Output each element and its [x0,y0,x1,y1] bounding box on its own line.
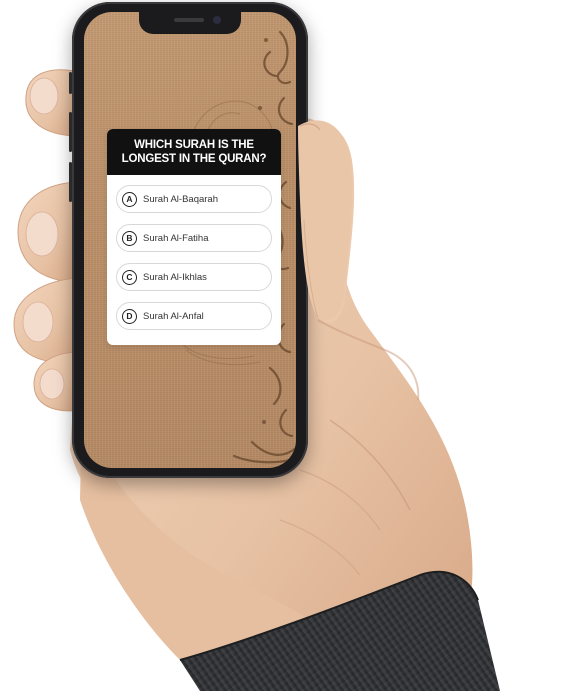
mockup-stage: WHICH SURAH IS THE LONGEST IN THE QURAN?… [0,0,587,691]
quiz-question: WHICH SURAH IS THE LONGEST IN THE QURAN? [121,139,267,165]
phone-notch [139,12,241,34]
quiz-option-a[interactable]: A Surah Al-Baqarah [116,185,272,213]
quiz-header: WHICH SURAH IS THE LONGEST IN THE QURAN? [107,129,281,175]
option-letter-circle: C [122,269,137,285]
option-label: Surah Al-Anfal [143,310,204,322]
quiz-option-b[interactable]: B Surah Al-Fatiha [116,224,272,252]
quiz-options-list: A Surah Al-Baqarah B Surah Al-Fatiha C S… [107,175,281,330]
quiz-option-c[interactable]: C Surah Al-Ikhlas [116,263,272,291]
option-letter-circle: B [122,230,137,246]
option-label: Surah Al-Ikhlas [143,271,207,283]
quiz-option-d[interactable]: D Surah Al-Anfal [116,302,272,330]
quiz-card: WHICH SURAH IS THE LONGEST IN THE QURAN?… [107,129,281,345]
option-label: Surah Al-Baqarah [143,193,218,205]
phone-device: WHICH SURAH IS THE LONGEST IN THE QURAN?… [69,2,308,478]
option-letter-circle: A [122,191,137,207]
phone-volume-up-button [69,112,72,152]
phone-volume-down-button [69,162,72,202]
earpiece-speaker [174,18,204,22]
option-label: Surah Al-Fatiha [143,232,209,244]
option-letter-circle: D [122,308,137,324]
front-camera [213,16,221,24]
phone-screen: WHICH SURAH IS THE LONGEST IN THE QURAN?… [84,12,296,468]
phone-mute-switch [69,72,72,94]
